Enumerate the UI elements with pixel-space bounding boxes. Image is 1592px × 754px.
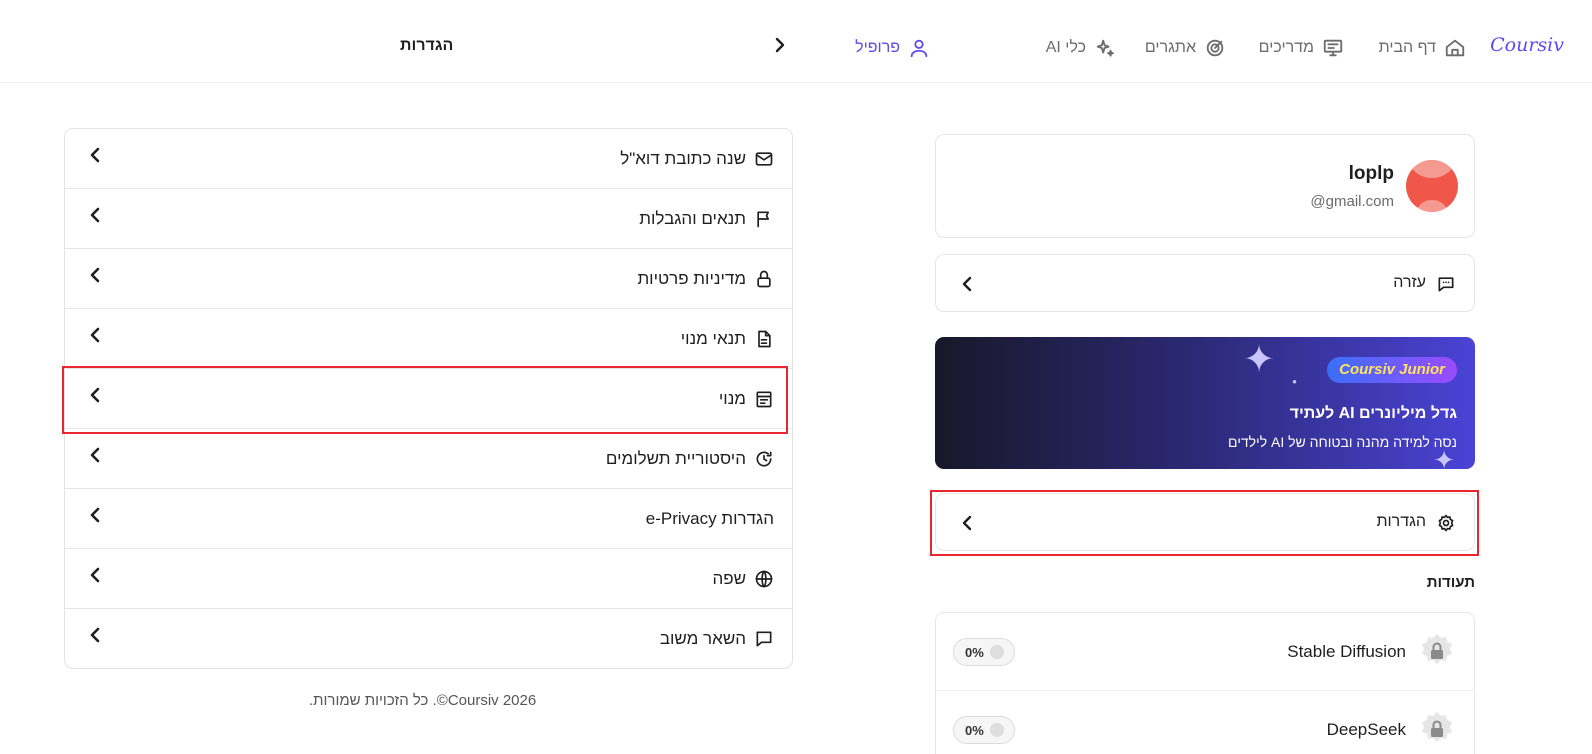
footer-copyright: Coursiv 2026©. כל הזכויות שמורות. (309, 692, 537, 709)
chevron-left-icon (90, 267, 100, 283)
user-icon (910, 39, 928, 58)
settings-item-change-email[interactable]: שנה כתובת דוא"ל (65, 129, 792, 189)
sparkle-decoration-small: ● (1292, 377, 1297, 386)
settings-item-payment-history[interactable]: היסטוריית תשלומים (65, 429, 792, 489)
chat-help-icon (1438, 277, 1454, 292)
nav-ai-tools-label: כלי AI (1045, 39, 1086, 56)
chevron-right-icon[interactable] (772, 35, 788, 55)
coursiv-junior-banner[interactable]: ✦ ● ✦ Coursiv Junior גדל מיליונרים AI לע… (935, 337, 1475, 469)
nav-ai-tools[interactable]: כלי AI (1046, 36, 1116, 60)
document-icon (758, 330, 771, 348)
check-icon (989, 723, 1004, 737)
avatar (1406, 160, 1458, 212)
mail-icon (755, 152, 773, 166)
certificate-progress-value: 0% (965, 644, 984, 660)
certificate-row[interactable]: Stable Diffusion 0% (936, 613, 1474, 690)
help-label: עזרה (1393, 274, 1426, 291)
banner-subtitle: נסה למידה מהנה ובטוחה של AI לילדים (1228, 434, 1457, 450)
settings-item-label: היסטוריית תשלומים (605, 449, 746, 468)
settings-item-language[interactable]: שפה (65, 549, 792, 609)
settings-item-eprivacy[interactable]: הגדרות e-Privacy (65, 489, 792, 549)
presentation-icon (1323, 39, 1343, 57)
profile-card: loplp @gmail.com (935, 134, 1475, 238)
settings-item-label: השאר משוב (659, 629, 746, 648)
settings-item-label: שנה כתובת דוא"ל (620, 149, 746, 168)
chevron-left-icon (962, 276, 972, 292)
locked-badge-icon (1422, 634, 1452, 664)
chevron-left-icon (90, 207, 100, 223)
settings-item-label: שפה (712, 569, 746, 588)
banner-title: גדל מיליונרים AI לעתיד (1289, 405, 1457, 422)
nav-profile[interactable]: פרופיל (855, 36, 930, 60)
feedback-icon (756, 631, 772, 647)
chevron-left-icon (90, 507, 100, 523)
certificate-progress-value: 0% (965, 722, 984, 738)
certificate-name: Stable Diffusion (1287, 642, 1406, 661)
nav-home[interactable]: דף הבית (1379, 36, 1466, 60)
nav-guides[interactable]: מדריכים (1259, 36, 1344, 60)
certificate-progress: 0% (953, 716, 1015, 744)
nav-guides-label: מדריכים (1258, 39, 1314, 56)
certificate-progress: 0% (953, 638, 1015, 666)
certificates-card: Stable Diffusion 0% DeepSeek 0% (935, 612, 1475, 754)
settings-item-terms[interactable]: תנאים והגבלות (65, 189, 792, 249)
nav-home-label: דף הבית (1378, 39, 1436, 56)
nav-profile-label: פרופיל (855, 39, 900, 56)
settings-item-label: מדיניות פרטיות (637, 269, 746, 288)
settings-item-subscription-terms[interactable]: תנאי מנוי (65, 309, 792, 369)
selection-highlight-settings (930, 490, 1479, 556)
coursiv-junior-badge: Coursiv Junior (1327, 357, 1457, 383)
certificate-row[interactable]: DeepSeek 0% (936, 690, 1474, 754)
home-icon (1445, 39, 1465, 57)
history-icon (756, 451, 772, 467)
target-icon (1206, 39, 1224, 57)
page-title: הגדרות (400, 37, 454, 54)
nav-challenges-label: אתגרים (1144, 39, 1196, 56)
flag-icon (757, 211, 769, 228)
chevron-left-icon (90, 447, 100, 463)
sparkles-icon (1096, 39, 1114, 57)
certificates-title: תעודות (1426, 574, 1475, 591)
settings-item-label: תנאי מנוי (680, 329, 746, 348)
coursiv-logo[interactable]: Coursiv (1490, 34, 1564, 56)
globe-icon (755, 570, 773, 588)
locked-badge-icon (1422, 712, 1452, 742)
settings-item-feedback[interactable]: השאר משוב (65, 609, 792, 668)
check-icon (989, 645, 1004, 659)
certificate-name: DeepSeek (1326, 720, 1406, 739)
profile-email: @gmail.com (1310, 193, 1394, 210)
settings-item-label: הגדרות e-Privacy (645, 509, 774, 528)
profile-name: loplp (1348, 163, 1394, 184)
settings-item-label: תנאים והגבלות (639, 209, 746, 228)
help-button[interactable]: עזרה (935, 254, 1475, 312)
chevron-left-icon (90, 147, 100, 163)
nav-challenges[interactable]: אתגרים (1145, 36, 1226, 60)
chevron-left-icon (90, 627, 100, 643)
sparkle-decoration: ✦ (1243, 339, 1275, 381)
chevron-left-icon (90, 567, 100, 583)
top-navigation-bar: Coursiv דף הבית מדריכים אתגרים כלי AI פר… (0, 0, 1592, 83)
chevron-left-icon (90, 327, 100, 343)
lock-icon (757, 270, 771, 288)
settings-item-privacy-policy[interactable]: מדיניות פרטיות (65, 249, 792, 309)
selection-highlight-subscription (62, 366, 788, 434)
